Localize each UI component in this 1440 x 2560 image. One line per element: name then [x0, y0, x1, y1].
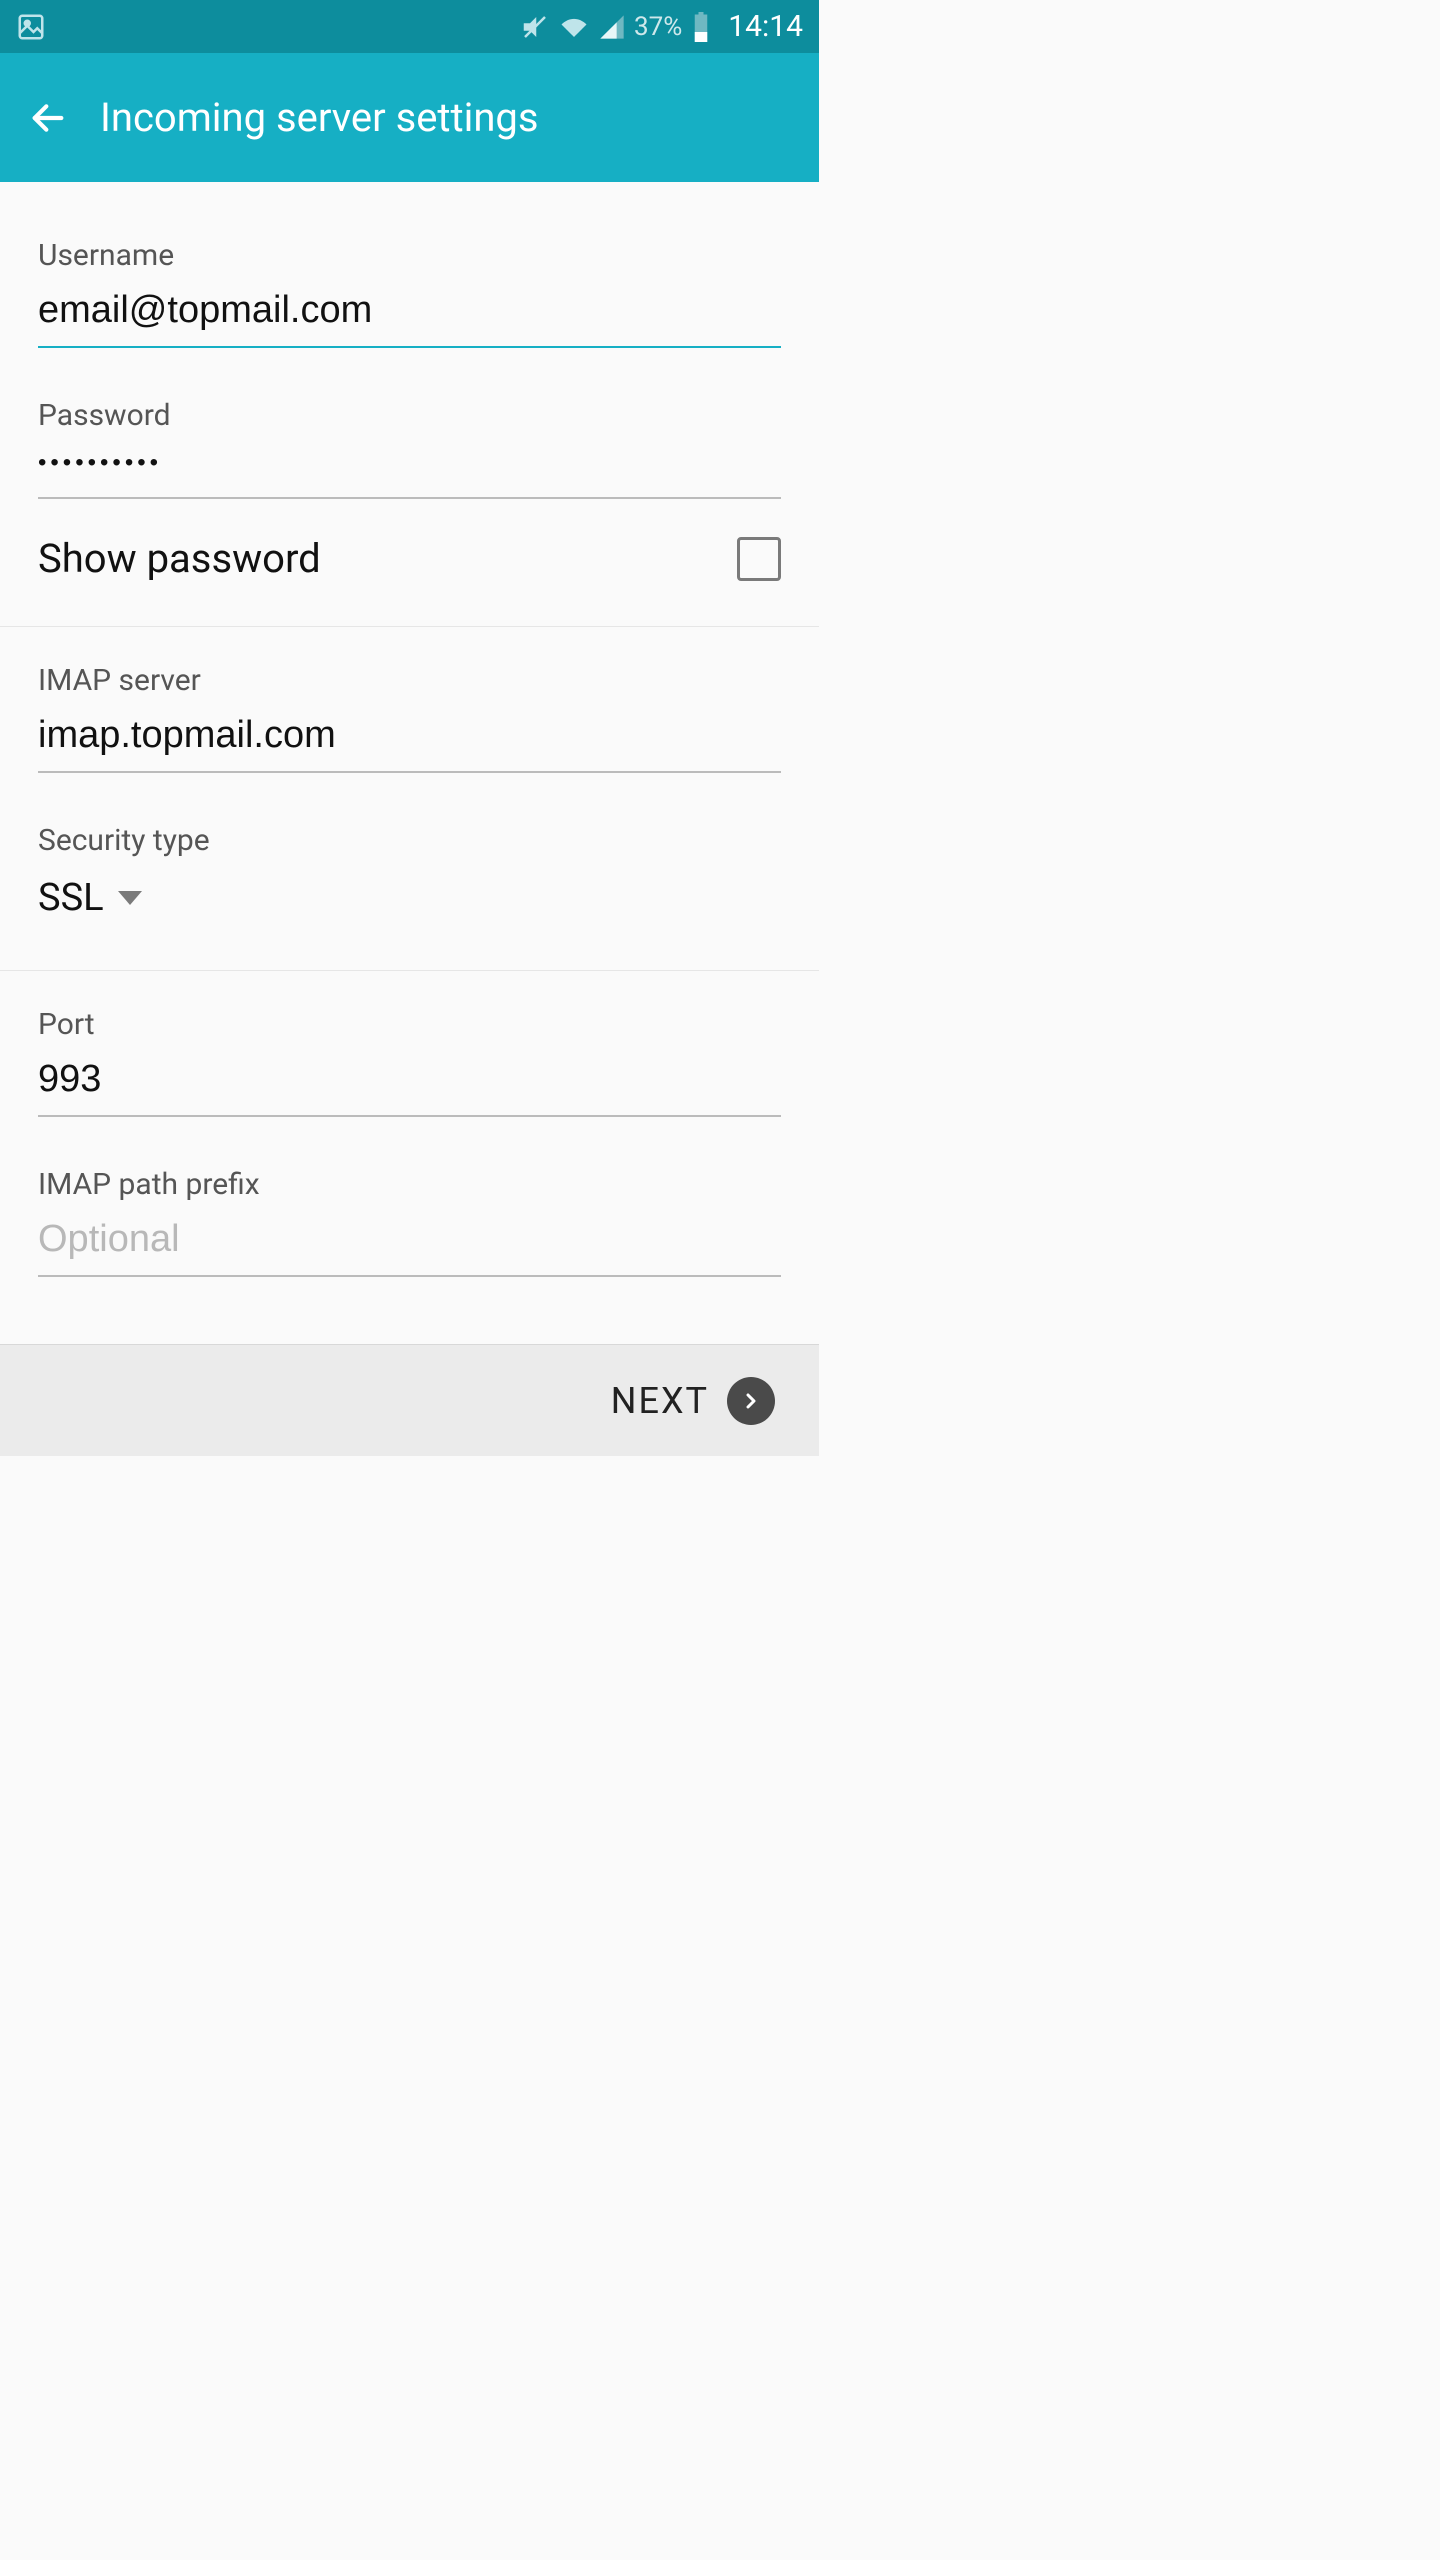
username-field[interactable] [38, 283, 781, 348]
port-field[interactable] [38, 1052, 781, 1117]
page-title: Incoming server settings [100, 94, 539, 141]
mute-icon [520, 12, 550, 42]
show-password-label: Show password [38, 535, 321, 582]
imap-server-field[interactable] [38, 708, 781, 773]
port-label: Port [38, 1007, 781, 1042]
security-type-label: Security type [38, 823, 781, 858]
security-type-value: SSL [38, 876, 104, 920]
imap-path-prefix-field[interactable] [38, 1212, 781, 1277]
app-bar: Incoming server settings [0, 53, 819, 182]
wifi-icon [558, 12, 590, 42]
status-bar: 37% 14:14 [0, 0, 819, 53]
password-field[interactable] [38, 443, 781, 499]
footer-bar: NEXT [0, 1344, 819, 1456]
next-label: NEXT [611, 1380, 709, 1422]
next-button[interactable]: NEXT [611, 1377, 775, 1425]
battery-icon [692, 12, 710, 42]
username-label: Username [38, 238, 781, 273]
imap-server-label: IMAP server [38, 663, 781, 698]
show-password-checkbox[interactable] [737, 537, 781, 581]
form-container: Username Password Show password IMAP ser… [0, 182, 819, 1277]
signal-icon [598, 13, 626, 41]
imap-path-prefix-label: IMAP path prefix [38, 1167, 781, 1202]
clock: 14:14 [728, 9, 803, 44]
back-button[interactable] [28, 98, 68, 138]
password-label: Password [38, 398, 781, 433]
security-type-dropdown[interactable]: SSL [38, 868, 781, 926]
show-password-row[interactable]: Show password [0, 499, 819, 627]
chevron-right-icon [727, 1377, 775, 1425]
chevron-down-icon [118, 891, 142, 905]
battery-percentage: 37% [634, 12, 682, 42]
image-notification-icon [16, 12, 46, 42]
